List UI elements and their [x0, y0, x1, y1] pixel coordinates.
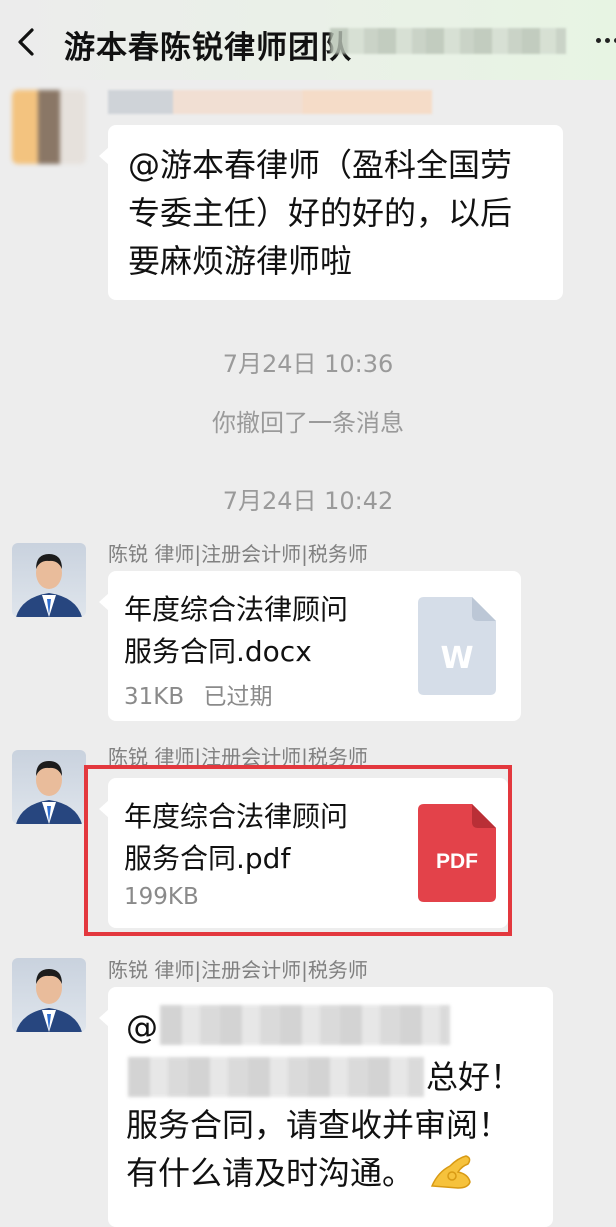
- file-title: 年度综合法律顾问 服务合同.docx: [124, 593, 349, 668]
- avatar[interactable]: [12, 958, 86, 1032]
- mention-at: @: [126, 1008, 158, 1046]
- sender-name: 陈锐 律师|注册会计师|税务师: [108, 958, 368, 982]
- message-bubble[interactable]: @ 总好！ 服务合同，请查收并审阅！ 有什么请及时沟通。: [99, 987, 553, 1227]
- redacted-text: [160, 1005, 450, 1045]
- timestamp: 7月24日 10:42: [222, 487, 394, 515]
- message-text: 服务合同，请查收并审阅！: [126, 1106, 511, 1144]
- more-dots-icon[interactable]: [594, 30, 616, 50]
- sender-name: 陈锐 律师|注册会计师|税务师: [108, 542, 368, 566]
- back-arrow-icon[interactable]: [14, 22, 44, 62]
- chat-header: 游本春陈锐律师团队: [0, 0, 616, 80]
- word-file-icon: W: [418, 597, 496, 695]
- avatar[interactable]: [12, 543, 86, 617]
- message-text: 总好！: [426, 1058, 523, 1096]
- ok-hand-emoji-icon: [428, 1152, 474, 1192]
- redacted-text: [128, 1057, 424, 1097]
- avatar[interactable]: [12, 90, 86, 164]
- sender-name-partial: 陈锐 律师|注册会计师|税务师: [108, 745, 424, 767]
- chat-title: 游本春陈锐律师团队: [64, 30, 352, 66]
- avatar[interactable]: [12, 750, 86, 824]
- message-text: 有什么请及时沟通。: [126, 1154, 415, 1192]
- title-redacted: [330, 28, 566, 54]
- recall-notice: 你撤回了一条消息: [212, 409, 404, 437]
- file-status: 已过期: [203, 684, 273, 710]
- sender-name-redacted: [108, 90, 432, 114]
- highlight-box: [84, 765, 512, 936]
- sender-name: 陈锐 律师|注册会计师|税务师: [108, 745, 368, 767]
- file-message-docx[interactable]: 年度综合法律顾问 服务合同.docx 31KB 已过期 W: [99, 571, 521, 721]
- message-bubble[interactable]: @游本春律师（盈科全国劳 专委主任）好的好的，以后 要麻烦游律师啦: [99, 125, 563, 300]
- message-text: @游本春律师（盈科全国劳 专委主任）好的好的，以后 要麻烦游律师啦: [128, 146, 513, 280]
- timestamp: 7月24日 10:36: [222, 350, 394, 378]
- word-icon-letter: W: [440, 641, 474, 676]
- file-meta: 31KB 已过期: [124, 677, 272, 711]
- file-size: 31KB: [124, 684, 185, 710]
